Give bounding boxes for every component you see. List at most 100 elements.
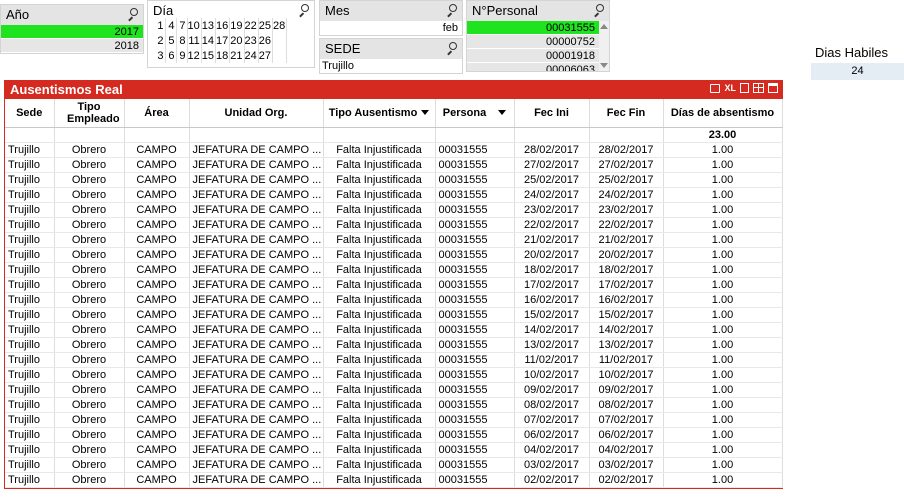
dia-item[interactable] xyxy=(272,48,288,63)
scroll-up-icon[interactable] xyxy=(600,24,608,29)
table-row[interactable]: Trujillo Obrero CAMPO JEFATURA DE CAMPO ...… xyxy=(5,142,783,158)
table-cell: 1.00 xyxy=(663,382,783,398)
dia-item[interactable]: 8 xyxy=(176,33,188,48)
npersonal-scrollbar[interactable] xyxy=(599,21,609,71)
table-row[interactable]: Trujillo Obrero CAMPO JEFATURA DE CAMPO ...… xyxy=(5,217,783,233)
col-header-dias-absentismo[interactable]: Días de absentismo xyxy=(663,99,783,128)
table-cell: 20/02/2017 xyxy=(514,247,590,263)
col-header-tipo-empleado[interactable]: Tipo Empleado xyxy=(54,99,125,128)
table-cell: 1.00 xyxy=(663,217,783,233)
dia-item[interactable]: 4 xyxy=(165,18,177,33)
table-row[interactable]: Trujillo Obrero CAMPO JEFATURA DE CAMPO ...… xyxy=(5,307,783,323)
dia-item[interactable]: 7 xyxy=(176,18,188,33)
table-row[interactable]: Trujillo Obrero CAMPO JEFATURA DE CAMPO ...… xyxy=(5,277,783,293)
dia-item[interactable]: 6 xyxy=(165,48,177,63)
dia-item[interactable]: 17 xyxy=(215,33,231,48)
table-row[interactable]: Trujillo Obrero CAMPO JEFATURA DE CAMPO ...… xyxy=(5,157,783,173)
table-row[interactable]: Trujillo Obrero CAMPO JEFATURA DE CAMPO ...… xyxy=(5,412,783,428)
table-row[interactable]: Trujillo Obrero CAMPO JEFATURA DE CAMPO ...… xyxy=(5,187,783,203)
npersonal-item[interactable]: 00000752 xyxy=(467,35,599,49)
table-row[interactable]: Trujillo Obrero CAMPO JEFATURA DE CAMPO ...… xyxy=(5,367,783,383)
dia-item[interactable] xyxy=(272,33,288,48)
table-cell: CAMPO xyxy=(124,157,190,173)
anio-item-2018[interactable]: 2018 xyxy=(1,39,143,53)
npersonal-item[interactable]: 00001918 xyxy=(467,49,599,63)
dia-item[interactable]: 1 xyxy=(154,18,166,33)
anio-listbox[interactable]: Año 2017 2018 xyxy=(0,4,144,54)
dia-item[interactable]: 20 xyxy=(229,33,245,48)
table-row[interactable]: Trujillo Obrero CAMPO JEFATURA DE CAMPO ...… xyxy=(5,172,783,188)
dia-item[interactable]: 25 xyxy=(258,18,274,33)
table-cell: Falta Injustificada xyxy=(323,337,436,353)
table-cell: Falta Injustificada xyxy=(323,277,436,293)
sede-title: SEDE xyxy=(325,41,361,56)
dia-item[interactable]: 28 xyxy=(272,18,288,33)
col-header-area[interactable]: Área xyxy=(124,99,190,128)
dia-item[interactable]: 2 xyxy=(154,33,166,48)
scroll-down-icon[interactable] xyxy=(600,63,608,68)
dia-item[interactable]: 26 xyxy=(258,33,274,48)
table-view-icon[interactable] xyxy=(753,83,764,93)
npersonal-item[interactable]: 00006063 xyxy=(467,63,599,71)
dia-item[interactable]: 9 xyxy=(176,48,188,63)
table-row[interactable]: Trujillo Obrero CAMPO JEFATURA DE CAMPO ...… xyxy=(5,262,783,278)
table-cell: 13/02/2017 xyxy=(514,337,590,353)
table-cell: 1.00 xyxy=(663,367,783,383)
table-row[interactable]: Trujillo Obrero CAMPO JEFATURA DE CAMPO ...… xyxy=(5,247,783,263)
dia-item[interactable]: 10 xyxy=(187,18,202,33)
table-row[interactable]: Trujillo Obrero CAMPO JEFATURA DE CAMPO ...… xyxy=(5,442,783,458)
col-header-fec-ini[interactable]: Fec Ini xyxy=(514,99,590,128)
col-header-tipo-ausentismo[interactable]: Tipo Ausentismo xyxy=(323,99,436,128)
col-header-unidad-org[interactable]: Unidad Org. xyxy=(189,99,324,128)
excel-export-button[interactable]: XL xyxy=(724,83,736,93)
col-header-fec-fin[interactable]: Fec Fin xyxy=(589,99,664,128)
dia-item[interactable]: 27 xyxy=(258,48,274,63)
npersonal-item[interactable]: 00031555 xyxy=(467,21,599,35)
dia-item[interactable]: 22 xyxy=(244,18,259,33)
sede-listbox[interactable]: SEDE Trujillo xyxy=(319,38,463,74)
search-icon[interactable] xyxy=(127,8,138,20)
search-icon[interactable] xyxy=(593,4,604,16)
print-icon[interactable] xyxy=(710,83,721,93)
table-row[interactable]: Trujillo Obrero CAMPO JEFATURA DE CAMPO ...… xyxy=(5,232,783,248)
dia-item[interactable]: 18 xyxy=(215,48,231,63)
mes-listbox[interactable]: Mes feb xyxy=(319,0,463,36)
table-row[interactable]: Trujillo Obrero CAMPO JEFATURA DE CAMPO ...… xyxy=(5,427,783,443)
dia-item[interactable]: 23 xyxy=(244,33,259,48)
dia-item[interactable]: 3 xyxy=(154,48,166,63)
dia-item[interactable]: 15 xyxy=(201,48,217,63)
data-table: Sede Tipo Empleado Área Unidad Org. Tipo… xyxy=(5,99,783,488)
dia-item[interactable]: 21 xyxy=(229,48,245,63)
table-row[interactable]: Trujillo Obrero CAMPO JEFATURA DE CAMPO ...… xyxy=(5,202,783,218)
dia-item[interactable]: 5 xyxy=(165,33,177,48)
npersonal-listbox[interactable]: N°Personal 00031555 00000752 00001918 00… xyxy=(466,0,610,72)
search-icon[interactable] xyxy=(446,42,457,54)
table-row[interactable]: Trujillo Obrero CAMPO JEFATURA DE CAMPO ...… xyxy=(5,292,783,308)
table-cell: Falta Injustificada xyxy=(323,397,436,413)
table-row[interactable]: Trujillo Obrero CAMPO JEFATURA DE CAMPO ...… xyxy=(5,472,783,488)
search-icon[interactable] xyxy=(446,4,457,16)
dia-item[interactable]: 24 xyxy=(244,48,259,63)
col-header-sede[interactable]: Sede xyxy=(5,99,55,128)
maximize-icon[interactable] xyxy=(768,83,778,93)
table-row[interactable]: Trujillo Obrero CAMPO JEFATURA DE CAMPO ...… xyxy=(5,322,783,338)
table-row[interactable]: Trujillo Obrero CAMPO JEFATURA DE CAMPO ...… xyxy=(5,397,783,413)
mes-item-feb[interactable]: feb xyxy=(320,21,462,35)
dia-item[interactable]: 12 xyxy=(187,48,202,63)
dia-item[interactable]: 16 xyxy=(215,18,231,33)
table-cell: Obrero xyxy=(54,397,125,413)
dia-item[interactable]: 19 xyxy=(229,18,245,33)
table-row[interactable]: Trujillo Obrero CAMPO JEFATURA DE CAMPO ...… xyxy=(5,352,783,368)
search-icon[interactable] xyxy=(298,4,309,16)
copy-icon[interactable] xyxy=(740,83,749,93)
dia-item[interactable]: 11 xyxy=(187,33,202,48)
sede-item-trujillo[interactable]: Trujillo xyxy=(320,59,462,73)
table-row[interactable]: Trujillo Obrero CAMPO JEFATURA DE CAMPO ...… xyxy=(5,457,783,473)
table-row[interactable]: Trujillo Obrero CAMPO JEFATURA DE CAMPO ...… xyxy=(5,337,783,353)
dia-title: Día xyxy=(153,3,174,18)
dia-item[interactable]: 14 xyxy=(201,33,217,48)
col-header-persona[interactable]: Persona xyxy=(435,99,515,128)
table-row[interactable]: Trujillo Obrero CAMPO JEFATURA DE CAMPO ...… xyxy=(5,382,783,398)
dia-item[interactable]: 13 xyxy=(201,18,217,33)
anio-item-2017[interactable]: 2017 xyxy=(1,25,143,39)
